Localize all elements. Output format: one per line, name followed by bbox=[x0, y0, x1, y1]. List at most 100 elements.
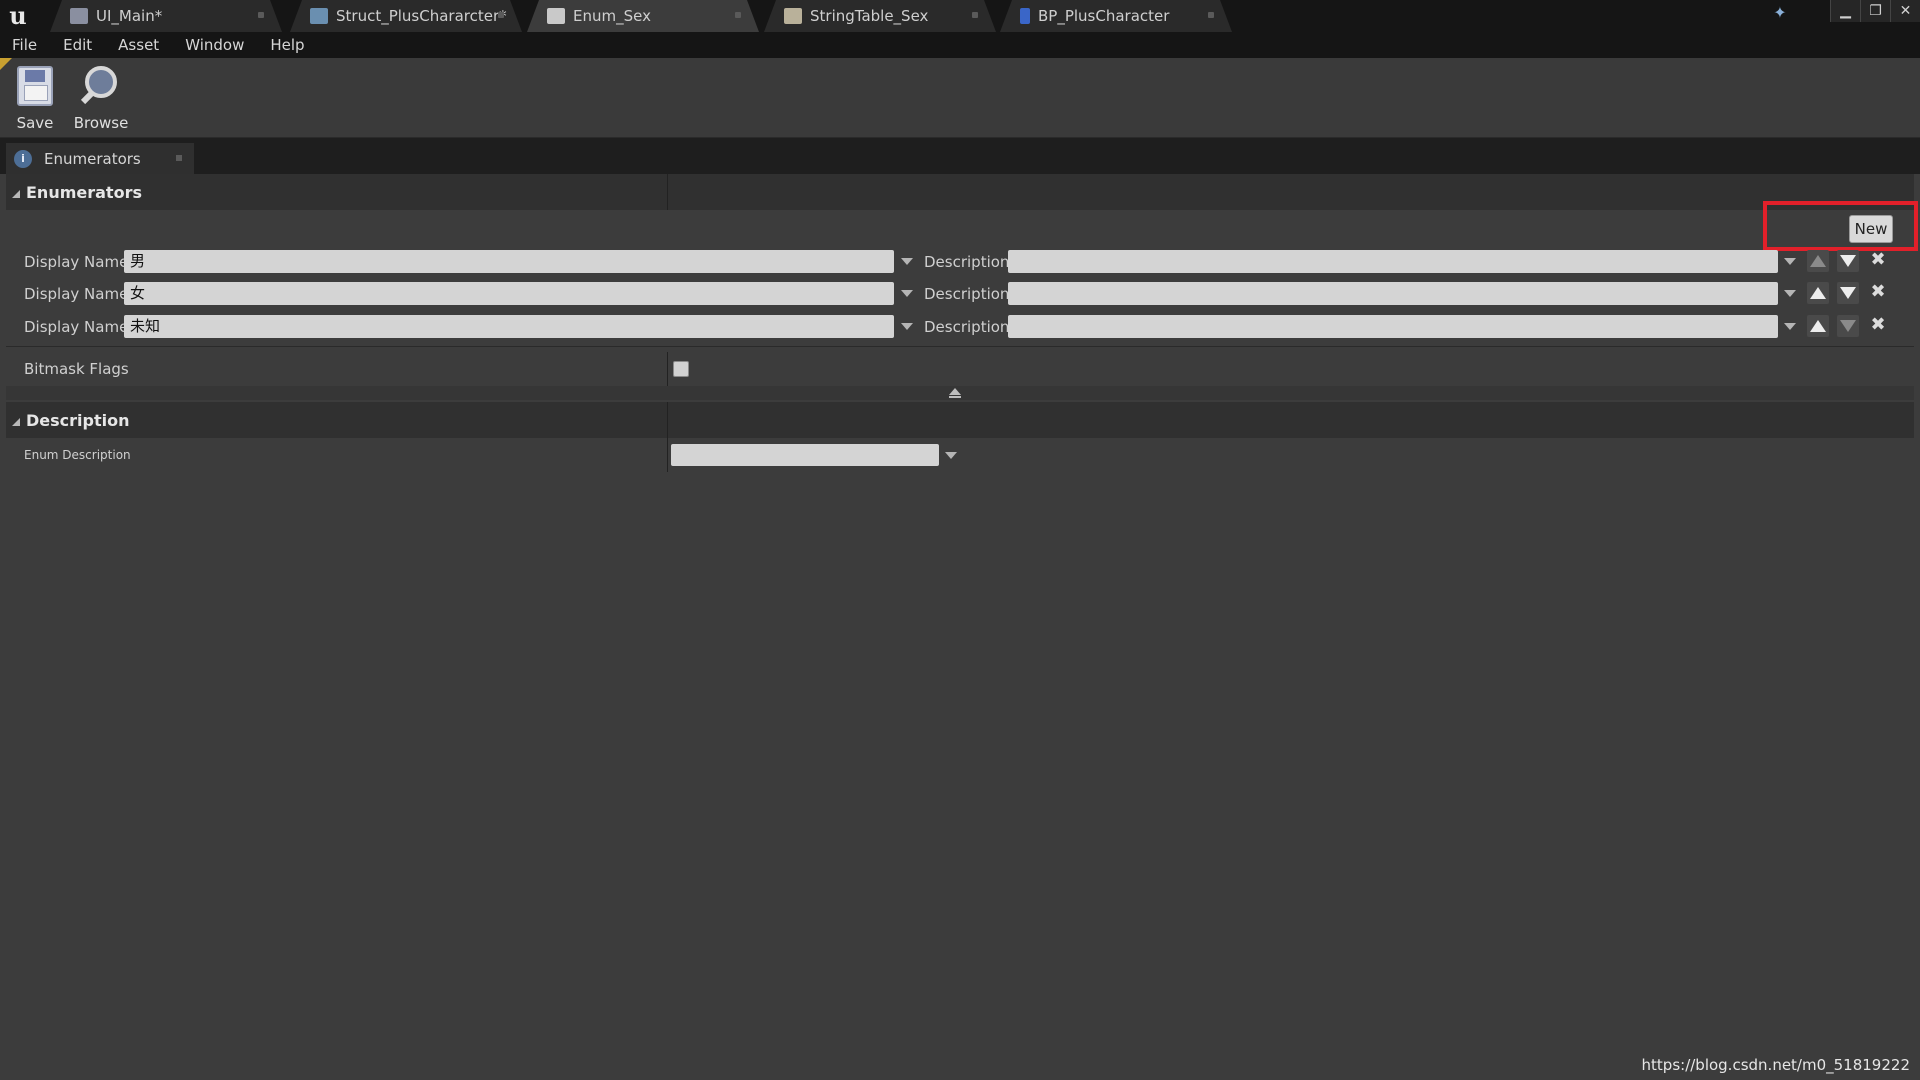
chevron-down-icon[interactable] bbox=[901, 290, 913, 297]
doc-tab-label: Struct_PlusChararcter* bbox=[336, 7, 507, 25]
move-down-button[interactable] bbox=[1837, 315, 1859, 337]
expand-up-icon bbox=[949, 388, 961, 398]
move-up-button[interactable] bbox=[1807, 282, 1829, 304]
display-name-input[interactable]: 未知 bbox=[124, 315, 894, 338]
chevron-down-icon[interactable] bbox=[1784, 290, 1796, 297]
doc-tab-stringtable-sex[interactable]: StringTable_Sex bbox=[764, 0, 996, 32]
column-divider[interactable] bbox=[667, 352, 668, 386]
display-name-label: Display Name bbox=[24, 285, 129, 303]
enum-description-row: Enum Description bbox=[0, 438, 1920, 472]
description-label: Description bbox=[924, 253, 1010, 271]
doc-tab-bp-pluscharacter[interactable]: BP_PlusCharacter bbox=[1000, 0, 1232, 32]
close-window-icon[interactable]: ✕ bbox=[1890, 0, 1920, 22]
close-icon[interactable] bbox=[258, 12, 264, 18]
chevron-down-icon[interactable] bbox=[901, 323, 913, 330]
category-title: Enumerators bbox=[26, 182, 142, 202]
browse-button[interactable]: Browse bbox=[68, 64, 134, 134]
menu-help[interactable]: Help bbox=[270, 36, 304, 54]
column-divider[interactable] bbox=[667, 174, 668, 210]
menu-window[interactable]: Window bbox=[185, 36, 244, 54]
doc-tab-ui-main[interactable]: UI_Main* bbox=[50, 0, 282, 32]
collapse-advanced-bar[interactable] bbox=[6, 386, 1914, 400]
new-enumerator-button[interactable]: New bbox=[1849, 215, 1893, 243]
move-down-button[interactable] bbox=[1837, 250, 1859, 272]
chevron-down-icon[interactable] bbox=[1784, 258, 1796, 265]
display-name-label: Display Name bbox=[24, 318, 129, 336]
doc-tab-label: BP_PlusCharacter bbox=[1038, 7, 1170, 25]
bitmask-flags-row: Bitmask Flags bbox=[0, 352, 1920, 386]
chevron-down-icon[interactable] bbox=[901, 258, 913, 265]
restore-icon[interactable]: ❐ bbox=[1860, 0, 1890, 22]
arrow-down-icon bbox=[1840, 287, 1856, 299]
arrow-down-icon bbox=[1840, 320, 1856, 332]
bitmask-flags-label: Bitmask Flags bbox=[24, 360, 129, 378]
menu-bar: File Edit Asset Window Help bbox=[0, 32, 1920, 58]
unreal-logo-icon: u bbox=[9, 1, 27, 30]
description-label: Description bbox=[924, 285, 1010, 303]
enum-description-input[interactable] bbox=[671, 444, 939, 466]
display-name-label: Display Name bbox=[24, 253, 129, 271]
description-label: Description bbox=[924, 318, 1010, 336]
blueprint-icon bbox=[1020, 8, 1030, 24]
close-icon[interactable] bbox=[176, 155, 182, 161]
delete-icon[interactable]: ✖ bbox=[1868, 314, 1888, 336]
move-up-button[interactable] bbox=[1807, 250, 1829, 272]
learn-icon[interactable]: ✦ bbox=[1770, 5, 1790, 21]
arrow-up-icon bbox=[1810, 320, 1826, 332]
delete-icon[interactable]: ✖ bbox=[1868, 249, 1888, 271]
row-separator bbox=[6, 346, 1914, 347]
menu-asset[interactable]: Asset bbox=[118, 36, 159, 54]
minimize-icon[interactable]: ▁ bbox=[1830, 0, 1860, 22]
enumerator-row: Display Name 男 Description ✖ bbox=[0, 246, 1920, 276]
toolbar: Save Browse bbox=[0, 58, 1920, 138]
display-name-input[interactable]: 男 bbox=[124, 250, 894, 273]
description-input[interactable] bbox=[1008, 315, 1778, 338]
watermark-url: https://blog.csdn.net/m0_51819222 bbox=[1641, 1056, 1910, 1074]
title-bar: u UI_Main* Struct_PlusChararcter* Enum_S… bbox=[0, 0, 1920, 32]
save-button[interactable]: Save bbox=[2, 64, 68, 134]
arrow-up-icon bbox=[1810, 287, 1826, 299]
close-icon[interactable] bbox=[972, 12, 978, 18]
delete-icon[interactable]: ✖ bbox=[1868, 281, 1888, 303]
enum-description-label: Enum Description bbox=[24, 448, 131, 462]
chevron-down-icon[interactable] bbox=[945, 452, 957, 459]
close-icon[interactable] bbox=[1208, 12, 1214, 18]
menu-edit[interactable]: Edit bbox=[63, 36, 92, 54]
enumerators-category-header[interactable]: Enumerators bbox=[6, 174, 1914, 210]
doc-tab-label: Enum_Sex bbox=[573, 7, 651, 25]
arrow-up-icon bbox=[1810, 255, 1826, 267]
struct-icon bbox=[310, 8, 328, 24]
bitmask-flags-checkbox[interactable] bbox=[673, 361, 689, 377]
move-up-button[interactable] bbox=[1807, 315, 1829, 337]
doc-tab-enum-sex[interactable]: Enum_Sex bbox=[527, 0, 759, 32]
enumerator-row: Display Name 未知 Description ✖ bbox=[0, 311, 1920, 341]
description-category-header[interactable]: Description bbox=[6, 402, 1914, 438]
chevron-down-icon[interactable] bbox=[1784, 323, 1796, 330]
widget-blueprint-icon bbox=[70, 8, 88, 24]
doc-tab-label: StringTable_Sex bbox=[810, 7, 929, 25]
panel-tab-strip: i Enumerators bbox=[0, 138, 1920, 174]
close-icon[interactable] bbox=[498, 12, 504, 18]
window-controls: ▁ ❐ ✕ bbox=[1830, 0, 1920, 22]
doc-tab-struct-pluscharacter[interactable]: Struct_PlusChararcter* bbox=[290, 0, 522, 32]
browse-icon bbox=[79, 64, 123, 108]
menu-file[interactable]: File bbox=[12, 36, 37, 54]
description-input[interactable] bbox=[1008, 250, 1778, 273]
corner-marker bbox=[0, 58, 12, 70]
close-icon[interactable] bbox=[735, 12, 741, 18]
string-table-icon bbox=[784, 8, 802, 24]
collapse-triangle-icon[interactable] bbox=[12, 190, 20, 198]
collapse-triangle-icon[interactable] bbox=[12, 418, 20, 426]
move-down-button[interactable] bbox=[1837, 282, 1859, 304]
arrow-down-icon bbox=[1840, 255, 1856, 267]
panel-tab-label: Enumerators bbox=[44, 149, 141, 168]
highlight-annotation bbox=[1763, 201, 1918, 251]
details-panel: Enumerators New Display Name 男 Descripti… bbox=[0, 174, 1920, 1080]
enum-icon bbox=[547, 8, 565, 24]
category-title: Description bbox=[26, 410, 130, 430]
description-input[interactable] bbox=[1008, 282, 1778, 305]
display-name-input[interactable]: 女 bbox=[124, 282, 894, 305]
doc-tab-label: UI_Main* bbox=[96, 7, 163, 25]
tab-enumerators[interactable]: i Enumerators bbox=[6, 143, 194, 174]
save-label: Save bbox=[16, 114, 54, 132]
